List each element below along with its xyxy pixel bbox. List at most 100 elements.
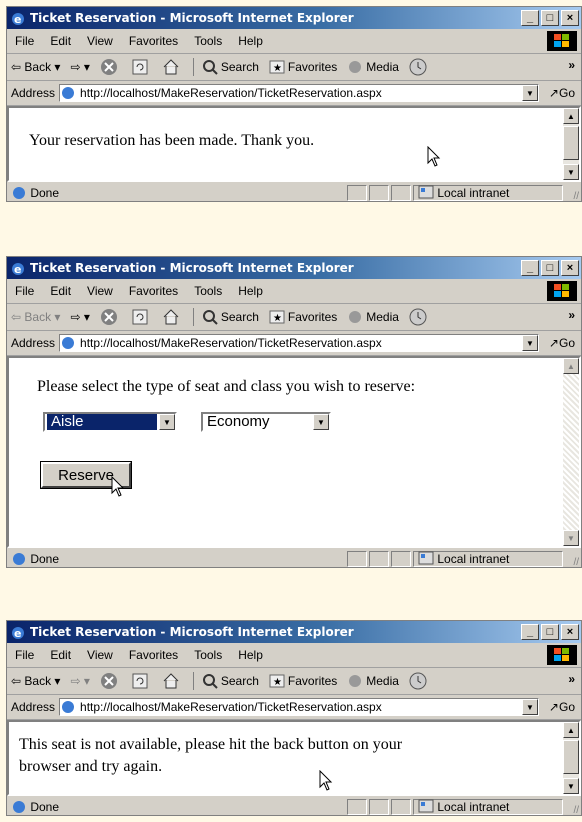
menu-file[interactable]: File: [7, 284, 42, 298]
menu-tools[interactable]: Tools: [186, 284, 230, 298]
status-cell: [391, 185, 411, 201]
stop-button[interactable]: [100, 672, 121, 690]
vertical-scrollbar[interactable]: ▲ ▼: [563, 358, 579, 546]
maximize-button[interactable]: □: [541, 260, 559, 276]
menu-favorites[interactable]: Favorites: [121, 648, 186, 662]
menu-edit[interactable]: Edit: [42, 34, 79, 48]
go-button[interactable]: ↗ Go: [549, 700, 575, 714]
resize-grip-icon[interactable]: //: [573, 191, 579, 202]
menu-favorites[interactable]: Favorites: [121, 284, 186, 298]
stop-button[interactable]: [100, 58, 121, 76]
media-button[interactable]: Media: [347, 673, 399, 689]
refresh-button[interactable]: [131, 308, 152, 326]
seat-type-dropdown-icon[interactable]: ▼: [159, 414, 175, 430]
maximize-button[interactable]: □: [541, 10, 559, 26]
forward-button[interactable]: ⇨ ▾: [70, 310, 89, 324]
maximize-button[interactable]: □: [541, 624, 559, 640]
home-button[interactable]: [162, 58, 183, 76]
favorites-button[interactable]: ★ Favorites: [269, 309, 337, 325]
toolbar-overflow-icon[interactable]: »: [568, 308, 575, 322]
back-button[interactable]: ⇦ Back ▾: [11, 60, 60, 74]
forward-button[interactable]: ⇨ ▾: [70, 674, 89, 688]
back-button[interactable]: ⇦ Back ▾: [11, 310, 60, 324]
go-button[interactable]: ↗ Go: [549, 86, 575, 100]
home-button[interactable]: [162, 672, 183, 690]
vertical-scrollbar[interactable]: ▲ ▼: [563, 722, 579, 794]
menu-edit[interactable]: Edit: [42, 284, 79, 298]
favorites-button[interactable]: ★ Favorites: [269, 673, 337, 689]
close-button[interactable]: ×: [561, 260, 579, 276]
history-button[interactable]: [409, 308, 430, 326]
minimize-button[interactable]: _: [521, 624, 539, 640]
back-button[interactable]: ⇦ Back ▾: [11, 674, 60, 688]
minimize-button[interactable]: _: [521, 10, 539, 26]
go-button[interactable]: ↗ Go: [549, 336, 575, 350]
refresh-button[interactable]: [131, 672, 152, 690]
forward-button[interactable]: ⇨ ▾: [70, 60, 89, 74]
scroll-thumb[interactable]: [563, 126, 579, 160]
scroll-down-button[interactable]: ▼: [563, 778, 579, 794]
refresh-button[interactable]: [131, 58, 152, 76]
scroll-up-button[interactable]: ▲: [563, 108, 579, 124]
scroll-down-button[interactable]: ▼: [563, 530, 579, 546]
scroll-thumb[interactable]: [563, 740, 579, 774]
resize-grip-icon[interactable]: //: [573, 805, 579, 816]
svg-text:★: ★: [273, 677, 282, 688]
scroll-up-button[interactable]: ▲: [563, 722, 579, 738]
resize-grip-icon[interactable]: //: [573, 557, 579, 568]
mouse-cursor-icon: [111, 476, 125, 497]
vertical-scrollbar[interactable]: ▲ ▼: [563, 108, 579, 180]
home-button[interactable]: [162, 308, 183, 326]
stop-icon: [100, 309, 117, 325]
seat-class-select[interactable]: Economy ▼: [201, 412, 331, 432]
media-icon: [349, 311, 362, 323]
seat-selection-prompt: Please select the type of seat and class…: [37, 378, 416, 395]
favorites-button[interactable]: ★ Favorites: [269, 59, 337, 75]
scroll-up-button[interactable]: ▲: [563, 358, 579, 374]
close-button[interactable]: ×: [561, 624, 579, 640]
history-button[interactable]: [409, 672, 430, 690]
media-icon: [349, 61, 362, 73]
scroll-down-button[interactable]: ▼: [563, 164, 579, 180]
address-url: http://localhost/MakeReservation/TicketR…: [80, 700, 382, 714]
seat-class-dropdown-icon[interactable]: ▼: [313, 414, 329, 430]
search-button[interactable]: Search: [202, 673, 259, 689]
minimize-button[interactable]: _: [521, 260, 539, 276]
search-button[interactable]: Search: [202, 59, 259, 75]
address-dropdown-button[interactable]: ▼: [521, 699, 538, 715]
menu-edit[interactable]: Edit: [42, 648, 79, 662]
media-button[interactable]: Media: [347, 59, 399, 75]
history-button[interactable]: [409, 58, 430, 76]
seat-type-select[interactable]: Aisle ▼: [43, 412, 177, 432]
menu-view[interactable]: View: [79, 284, 121, 298]
title-bar[interactable]: e Ticket Reservation - Microsoft Interne…: [7, 621, 581, 643]
address-input[interactable]: http://localhost/MakeReservation/TicketR…: [59, 698, 539, 716]
title-bar[interactable]: e Ticket Reservation - Microsoft Interne…: [7, 257, 581, 279]
media-button[interactable]: Media: [347, 309, 399, 325]
menu-help[interactable]: Help: [230, 284, 271, 298]
menu-help[interactable]: Help: [230, 34, 271, 48]
address-input[interactable]: http://localhost/MakeReservation/TicketR…: [59, 84, 539, 102]
menu-help[interactable]: Help: [230, 648, 271, 662]
menu-file[interactable]: File: [7, 648, 42, 662]
security-zone: Local intranet: [413, 185, 563, 201]
toolbar-overflow-icon[interactable]: »: [568, 672, 575, 686]
search-button[interactable]: Search: [202, 309, 259, 325]
status-cell: [369, 185, 389, 201]
menu-tools[interactable]: Tools: [186, 648, 230, 662]
address-input[interactable]: http://localhost/MakeReservation/TicketR…: [59, 334, 539, 352]
menu-tools[interactable]: Tools: [186, 34, 230, 48]
go-label: Go: [558, 336, 575, 350]
stop-button[interactable]: [100, 308, 121, 326]
menu-file[interactable]: File: [7, 34, 42, 48]
svg-text:e: e: [14, 263, 21, 276]
menu-view[interactable]: View: [79, 34, 121, 48]
close-button[interactable]: ×: [561, 10, 579, 26]
menu-view[interactable]: View: [79, 648, 121, 662]
title-bar[interactable]: e Ticket Reservation - Microsoft Interne…: [7, 7, 581, 29]
go-label: Go: [558, 700, 575, 714]
menu-favorites[interactable]: Favorites: [121, 34, 186, 48]
toolbar-overflow-icon[interactable]: »: [568, 58, 575, 72]
address-dropdown-button[interactable]: ▼: [521, 335, 538, 351]
address-dropdown-button[interactable]: ▼: [521, 85, 538, 101]
